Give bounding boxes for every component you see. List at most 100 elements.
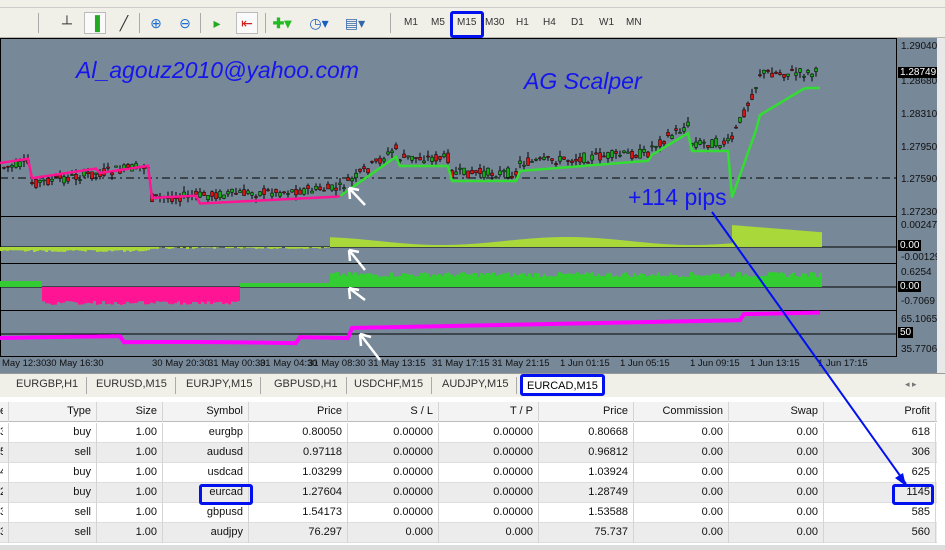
hist1-bar (705, 244, 708, 247)
column-header[interactable]: Price (248, 405, 342, 417)
tab-gbpusd-h1[interactable]: GBPUSD,H1 (266, 377, 347, 394)
table-cell: 0.000 (405, 526, 433, 538)
column-header[interactable]: S / L (347, 405, 433, 417)
column-header[interactable]: Symbol (162, 405, 243, 417)
hist2-bar (90, 287, 93, 304)
candle (438, 156, 442, 160)
zoom-in-icon[interactable]: ⊕ (145, 12, 167, 34)
timeframe-m30[interactable]: M30 (485, 17, 504, 28)
tab-eurjpy-m15[interactable]: EURJPY,M15 (178, 377, 262, 394)
hist1-bar (693, 244, 696, 247)
table-row[interactable]: 5 sell 1.00 audusd 0.97118 0.00000 0.00000 0.96… (0, 443, 937, 463)
table-row[interactable]: 3 sell 1.00 audjpy 76.297 0.000 0.000 75.737 0.0… (0, 523, 937, 543)
timeframe-mn[interactable]: MN (626, 17, 642, 28)
table-cell: 0.00 (796, 446, 818, 458)
hist1-bar (414, 244, 417, 247)
tab-eurgbp-h1[interactable]: EURGBP,H1 (8, 377, 88, 394)
column-header[interactable]: Size (96, 405, 157, 417)
candle (774, 71, 778, 74)
candlestick-icon[interactable]: ▐ (84, 12, 106, 34)
table-cell: sell (74, 446, 91, 458)
candle (598, 152, 602, 161)
timeframe-m5[interactable]: M5 (431, 17, 445, 28)
table-row[interactable]: 3 buy 1.00 eurgbp 0.80050 0.00000 0.00000 0.806… (0, 423, 937, 443)
table-cell: 0.000 (505, 526, 533, 538)
hist2-bar (546, 276, 549, 287)
column-divider (935, 402, 936, 422)
table-row[interactable]: 2buy1.00eurcad1.276040.000000.000001.287… (0, 483, 937, 503)
candle (506, 167, 510, 178)
candle (786, 73, 790, 77)
indicators-icon[interactable]: ✚▾ (271, 12, 293, 34)
candle (354, 172, 358, 179)
timeframe-h1[interactable]: H1 (516, 17, 529, 28)
hist2-bar (438, 274, 441, 287)
tab-scroll-arrows[interactable]: ◂ ▸ (905, 379, 917, 390)
timeframe-m1[interactable]: M1 (404, 17, 418, 28)
table-row[interactable]: 4 buy 1.00 usdcad 1.03299 0.00000 0.00000 1.039… (0, 463, 937, 483)
hist2-bar (225, 287, 228, 304)
hist2-bar (540, 276, 543, 287)
hist1-bar (108, 247, 111, 251)
tab-eurusd-m15[interactable]: EURUSD,M15 (88, 377, 176, 394)
hist1-bar (372, 240, 375, 247)
table-row[interactable]: 3 sell 1.00 gbpusd 1.54173 0.00000 0.00000 1.53… (0, 503, 937, 523)
timeframe-d1[interactable]: D1 (571, 17, 584, 28)
column-header[interactable]: Profit (823, 405, 930, 417)
candle (642, 148, 646, 153)
vertical-scrollbar[interactable] (937, 38, 945, 373)
table-cell: 0.00000 (393, 466, 433, 478)
hist2-bar (816, 276, 819, 287)
column-header[interactable]: Swap (728, 405, 818, 417)
hist2-bar (486, 273, 489, 287)
ind3-line (0, 310, 821, 346)
candle (810, 73, 814, 78)
hist2-bar (48, 287, 51, 304)
hist1-bar (762, 227, 765, 247)
hist1-bar (150, 247, 153, 249)
column-header[interactable]: e (0, 405, 3, 417)
hist1-bar (516, 239, 519, 247)
price-chart[interactable]: 1.29040 1.28680 1.28749 1.28310 1.27950 … (0, 38, 943, 373)
candle (418, 157, 422, 161)
hist2-bar (594, 276, 597, 287)
tab-eurcad-m15[interactable]: EURCAD,M15 (520, 374, 605, 396)
column-header[interactable]: Type (8, 405, 91, 417)
chart-shift-icon[interactable]: ⇤ (236, 12, 258, 34)
hist2-bar (210, 287, 213, 305)
candle (442, 153, 446, 158)
hist2-bar (294, 283, 297, 287)
table-cell: 75.737 (594, 526, 628, 538)
hist1-bar (375, 240, 378, 247)
hist1-bar (72, 247, 75, 251)
column-header[interactable]: Commission (633, 405, 723, 417)
hist2-bar (567, 273, 570, 287)
column-header[interactable]: Price (538, 405, 628, 417)
table-cell: audjpy (210, 526, 243, 538)
periods-icon[interactable]: ◷▾ (308, 12, 330, 34)
bar-chart-icon[interactable]: ┴ (56, 12, 78, 34)
time-label: 1 Jun 13:15 (750, 358, 800, 369)
candle (382, 158, 386, 162)
column-header[interactable]: T / P (438, 405, 533, 417)
hist1-bar (15, 247, 18, 251)
zoom-out-icon[interactable]: ⊖ (174, 12, 196, 34)
hist1-bar (669, 244, 672, 247)
candle (790, 69, 794, 71)
timeframe-h4[interactable]: H4 (543, 17, 556, 28)
tab-usdchf-m15[interactable]: USDCHF,M15 (346, 377, 433, 394)
candle (274, 189, 278, 193)
templates-icon[interactable]: ▤▾ (344, 12, 366, 34)
tab-audjpy-m15[interactable]: AUDJPY,M15 (434, 377, 518, 394)
candle (270, 192, 274, 197)
candle (470, 170, 474, 174)
hist2-bar (711, 273, 714, 287)
hist1-bar (294, 247, 297, 249)
line-chart-icon[interactable]: ╱ (113, 12, 135, 34)
autoscroll-icon[interactable]: ▸ (206, 12, 228, 34)
hist2-bar (555, 275, 558, 287)
hist1-bar (462, 244, 465, 247)
candle (526, 157, 530, 166)
timeframe-w1[interactable]: W1 (599, 17, 614, 28)
hist2-bar (585, 272, 588, 287)
